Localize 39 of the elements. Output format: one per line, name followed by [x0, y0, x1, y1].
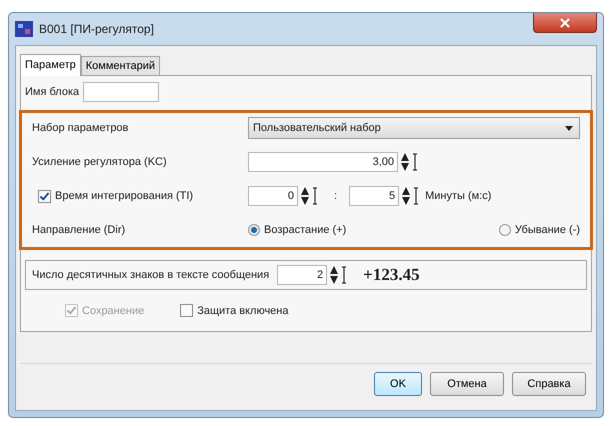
radio-button[interactable]: [248, 224, 260, 236]
separator-text: :: [334, 190, 338, 202]
radio-label: Возрастание (+): [264, 224, 346, 236]
radio-label: Убывание (-): [514, 224, 580, 236]
checkbox[interactable]: [38, 190, 51, 202]
input-field[interactable]: 5: [349, 186, 400, 206]
checkbox-label: Время интегрирования (TI): [55, 190, 194, 202]
field-label: Направление (Dir): [32, 224, 126, 236]
spinner-icon[interactable]: [400, 151, 410, 173]
field-label: Имя блока: [25, 86, 80, 98]
close-icon: [560, 18, 570, 28]
close-button[interactable]: [533, 13, 597, 33]
tab[interactable]: Комментарий: [80, 56, 160, 75]
field-label: Набор параметров: [32, 122, 130, 134]
preview-text: +123.45: [363, 265, 420, 285]
slider-handle-icon[interactable]: [341, 265, 348, 285]
checkbox-label: Сохранение: [82, 304, 144, 316]
input-field[interactable]: [83, 82, 160, 102]
caret-icon: [565, 126, 573, 130]
checkbox[interactable]: [180, 304, 194, 317]
spinner-icon[interactable]: [300, 185, 310, 207]
dialog-button[interactable]: OK: [374, 372, 422, 396]
slider-handle-icon[interactable]: [312, 186, 318, 206]
unit-label: Минуты (м:с): [425, 190, 492, 202]
app-icon: [15, 21, 33, 37]
field-label: Число десятичных знаков в тексте сообщения: [32, 269, 270, 281]
input-field[interactable]: 0: [248, 186, 298, 206]
slider-handle-icon[interactable]: [413, 186, 420, 206]
input-field[interactable]: 3,00: [248, 152, 398, 172]
radio-button[interactable]: [498, 224, 511, 236]
dropdown[interactable]: Пользовательский набор: [248, 117, 580, 139]
window-title: B001 [ПИ-регулятор]: [39, 22, 155, 36]
tab[interactable]: Параметр: [20, 54, 81, 76]
field-label: Усиление регулятора (KC): [32, 156, 168, 168]
dialog-button[interactable]: Справка: [512, 372, 586, 396]
checkbox-label: Защита включена: [197, 304, 288, 316]
slider-handle-icon[interactable]: [412, 152, 418, 172]
dialog-button[interactable]: Отмена: [430, 372, 504, 396]
input-field[interactable]: 2: [277, 265, 328, 285]
